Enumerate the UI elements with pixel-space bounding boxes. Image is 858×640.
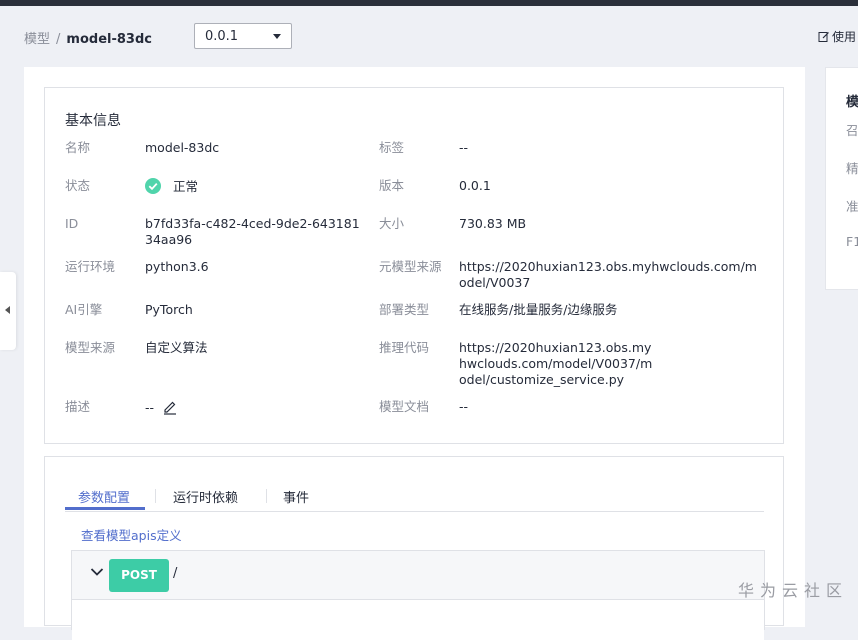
info-label: 描述	[65, 399, 91, 414]
tab-divider	[266, 489, 267, 503]
metric-label: 精	[846, 161, 858, 176]
info-label: 运行环境	[65, 259, 116, 274]
tab-baseline	[65, 511, 764, 512]
breadcrumb-root[interactable]: 模型	[24, 32, 50, 47]
tab-divider	[155, 489, 156, 503]
info-value: model-83dc	[145, 140, 220, 155]
page-header: 模型 / model-83dc 0.0.1 使用	[0, 6, 858, 64]
info-label: 大小	[379, 216, 405, 231]
info-label: 名称	[65, 140, 91, 155]
watermark: 华为云社区	[738, 581, 849, 600]
info-value: 0.0.1	[459, 178, 491, 193]
model-metrics-card: 模 召 精 准 F1	[825, 67, 858, 290]
active-tab-indicator	[65, 507, 145, 510]
method-badge: POST	[109, 559, 169, 592]
info-label: 版本	[379, 178, 405, 193]
breadcrumb-current: model-83dc	[66, 32, 152, 47]
tab-runtime-dependencies[interactable]: 运行时依赖	[173, 487, 238, 506]
config-tabs-panel: 参数配置 运行时依赖 事件 查看模型apis定义 POST /	[44, 456, 784, 640]
api-path: /	[173, 566, 178, 581]
info-label: ID	[65, 216, 79, 231]
info-value: 自定义算法	[145, 340, 208, 355]
info-value: --	[459, 140, 469, 155]
collapse-left-icon	[5, 306, 10, 314]
use-label: 使用	[832, 30, 857, 44]
api-item[interactable]: POST /	[71, 550, 765, 640]
view-apis-link[interactable]: 查看模型apis定义	[81, 525, 182, 544]
section-title: 基本信息	[65, 113, 121, 129]
inference-code-link[interactable]: https://2020huxian123.obs.myhwclouds.com…	[459, 340, 659, 388]
metric-label: 准	[846, 199, 858, 214]
edit-icon	[818, 32, 829, 42]
info-value: 730.83 MB	[459, 216, 527, 231]
info-label: 推理代码	[379, 340, 430, 355]
sidebar-toggle[interactable]	[0, 272, 16, 350]
info-label: 模型文档	[379, 399, 430, 414]
info-value: b7fd33fa-c482-4ced-9de2-64318134aa96	[145, 216, 360, 247]
breadcrumb: 模型 / model-83dc	[24, 28, 152, 47]
description-text: --	[145, 400, 155, 415]
caret-down-icon	[273, 34, 281, 39]
info-value: --	[459, 399, 469, 414]
use-button[interactable]: 使用	[818, 28, 856, 45]
status-text: 正常	[173, 179, 199, 194]
status-value: 正常	[145, 178, 365, 195]
info-value: 在线服务/批量服务/边缘服务	[459, 302, 618, 317]
meta-source-link[interactable]: https://2020huxian123.obs.myhwclouds.com…	[459, 259, 764, 291]
info-label: AI引擎	[65, 302, 103, 317]
info-value: PyTorch	[145, 302, 193, 317]
info-value: python3.6	[145, 259, 209, 274]
check-circle-icon	[145, 178, 161, 194]
tab-parameter-config[interactable]: 参数配置	[78, 487, 130, 506]
basic-info-panel: 基本信息 名称 model-83dc 状态 正常 ID b7fd33fa-c48…	[44, 87, 784, 444]
metric-label: 召	[846, 123, 858, 138]
version-select[interactable]: 0.0.1	[194, 23, 292, 49]
metrics-title: 模	[846, 95, 858, 110]
description-value: --	[145, 399, 365, 416]
pencil-icon[interactable]	[162, 399, 178, 415]
chevron-down-icon[interactable]	[90, 567, 104, 577]
version-select-value: 0.0.1	[205, 29, 239, 44]
tab-events[interactable]: 事件	[283, 487, 309, 506]
info-label: 状态	[65, 178, 91, 193]
metric-label: F1	[846, 234, 858, 249]
info-label: 部署类型	[379, 302, 430, 317]
breadcrumb-separator: /	[56, 32, 61, 47]
info-label: 元模型来源	[379, 259, 442, 274]
api-detail	[72, 599, 764, 640]
info-label: 模型来源	[65, 340, 116, 355]
info-label: 标签	[379, 140, 405, 155]
